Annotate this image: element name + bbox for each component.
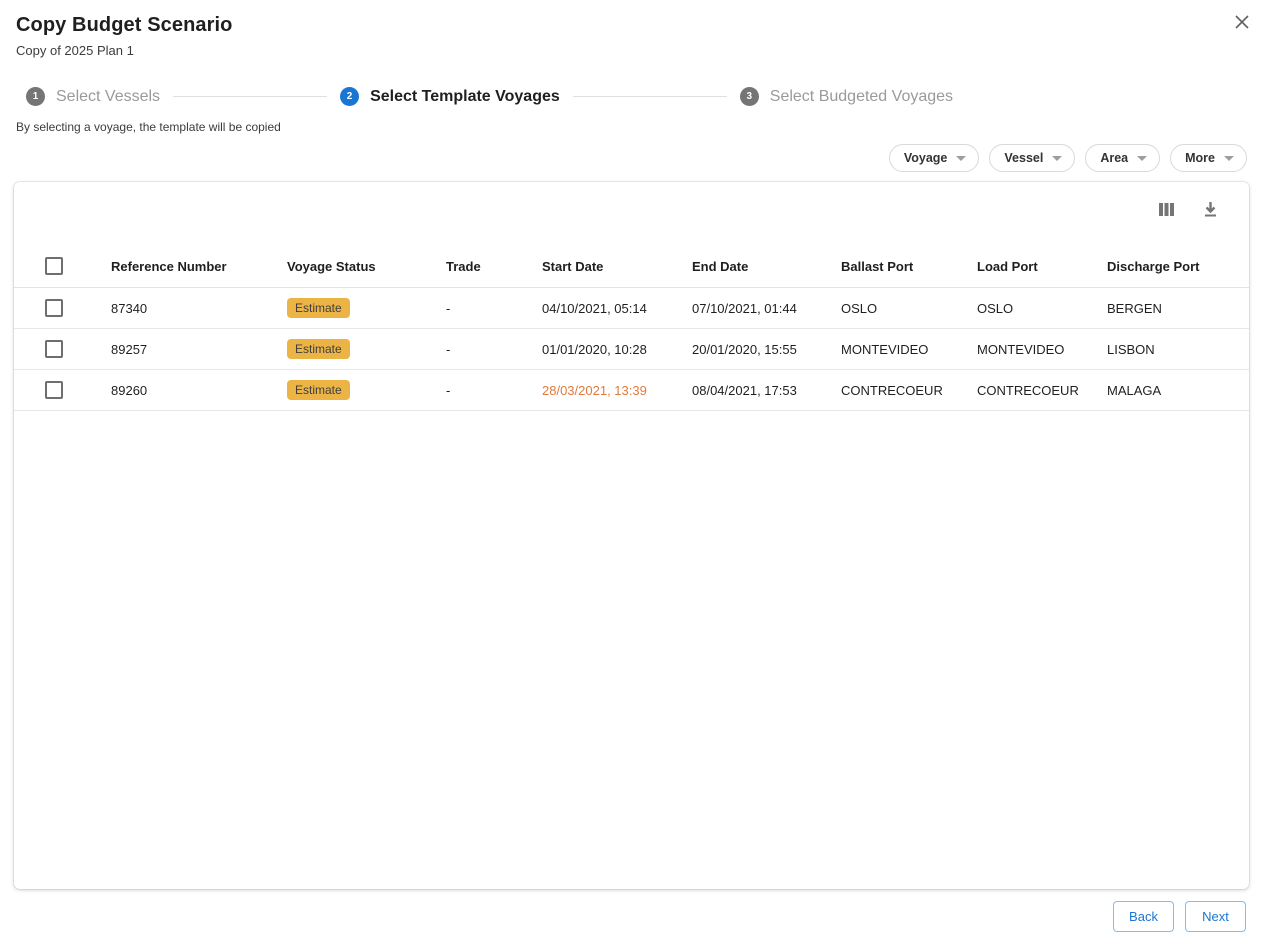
status-badge: Estimate xyxy=(287,298,350,318)
cell-trade: - xyxy=(446,383,542,398)
cell-voyage-status: Estimate xyxy=(287,380,446,400)
cell-ballast-port: OSLO xyxy=(841,301,977,316)
download-icon xyxy=(1201,200,1220,219)
step-3-label: Select Budgeted Voyages xyxy=(770,88,953,106)
status-badge: Estimate xyxy=(287,339,350,359)
cell-reference-number: 87340 xyxy=(111,301,287,316)
cell-end-date: 07/10/2021, 01:44 xyxy=(692,301,841,316)
download-button[interactable] xyxy=(1201,199,1221,219)
filter-vessel-label: Vessel xyxy=(1004,151,1043,165)
columns-icon xyxy=(1157,200,1176,219)
step-select-budgeted-voyages[interactable]: 3 Select Budgeted Voyages xyxy=(740,87,953,106)
cell-end-date: 08/04/2021, 17:53 xyxy=(692,383,841,398)
next-button[interactable]: Next xyxy=(1185,901,1246,932)
filter-row: Voyage Vessel Area More xyxy=(0,144,1263,172)
cell-start-date: 04/10/2021, 05:14 xyxy=(542,301,692,316)
row-checkbox[interactable] xyxy=(45,299,63,317)
cell-discharge-port: BERGEN xyxy=(1107,301,1249,316)
select-all-checkbox[interactable] xyxy=(45,257,63,275)
cell-trade: - xyxy=(446,342,542,357)
table-body: 87340 Estimate - 04/10/2021, 05:14 07/10… xyxy=(14,288,1249,411)
back-button[interactable]: Back xyxy=(1113,901,1174,932)
close-icon xyxy=(1232,12,1252,32)
columns-button[interactable] xyxy=(1157,199,1177,219)
col-start-date: Start Date xyxy=(542,259,692,274)
row-checkbox[interactable] xyxy=(45,340,63,358)
col-end-date: End Date xyxy=(692,259,841,274)
step-select-vessels[interactable]: 1 Select Vessels xyxy=(26,87,160,106)
step-3-circle: 3 xyxy=(740,87,759,106)
cell-load-port: MONTEVIDEO xyxy=(977,342,1107,357)
dialog-header: Copy Budget Scenario Copy of 2025 Plan 1 xyxy=(0,0,1263,58)
cell-load-port: CONTRECOEUR xyxy=(977,383,1107,398)
step-1-label: Select Vessels xyxy=(56,88,160,106)
col-discharge-port: Discharge Port xyxy=(1107,259,1249,274)
cell-reference-number: 89257 xyxy=(111,342,287,357)
filter-area[interactable]: Area xyxy=(1085,144,1160,172)
step-connector xyxy=(173,96,327,97)
table-header-row: Reference Number Voyage Status Trade Sta… xyxy=(14,245,1249,288)
col-ballast-port: Ballast Port xyxy=(841,259,977,274)
cell-ballast-port: MONTEVIDEO xyxy=(841,342,977,357)
dialog-footer: Back Next xyxy=(0,901,1263,932)
filter-voyage[interactable]: Voyage xyxy=(889,144,980,172)
cell-load-port: OSLO xyxy=(977,301,1107,316)
filter-voyage-label: Voyage xyxy=(904,151,948,165)
stepper: 1 Select Vessels 2 Select Template Voyag… xyxy=(0,87,1263,106)
col-reference-number: Reference Number xyxy=(111,259,287,274)
cell-voyage-status: Estimate xyxy=(287,298,446,318)
cell-discharge-port: LISBON xyxy=(1107,342,1249,357)
cell-reference-number: 89260 xyxy=(111,383,287,398)
table-row[interactable]: 89260 Estimate - 28/03/2021, 13:39 08/04… xyxy=(14,370,1249,411)
chevron-down-icon xyxy=(1137,156,1147,161)
voyages-table-card: Reference Number Voyage Status Trade Sta… xyxy=(14,182,1249,889)
chevron-down-icon xyxy=(956,156,966,161)
cell-voyage-status: Estimate xyxy=(287,339,446,359)
chevron-down-icon xyxy=(1224,156,1234,161)
filter-more[interactable]: More xyxy=(1170,144,1247,172)
cell-ballast-port: CONTRECOEUR xyxy=(841,383,977,398)
filter-area-label: Area xyxy=(1100,151,1128,165)
status-badge: Estimate xyxy=(287,380,350,400)
step-1-circle: 1 xyxy=(26,87,45,106)
table-row[interactable]: 87340 Estimate - 04/10/2021, 05:14 07/10… xyxy=(14,288,1249,329)
cell-discharge-port: MALAGA xyxy=(1107,383,1249,398)
table-row[interactable]: 89257 Estimate - 01/01/2020, 10:28 20/01… xyxy=(14,329,1249,370)
step-2-label: Select Template Voyages xyxy=(370,88,560,106)
cell-start-date: 28/03/2021, 13:39 xyxy=(542,383,692,398)
step-connector xyxy=(573,96,727,97)
col-load-port: Load Port xyxy=(977,259,1107,274)
col-voyage-status: Voyage Status xyxy=(287,259,446,274)
step-2-circle: 2 xyxy=(340,87,359,106)
cell-start-date: 01/01/2020, 10:28 xyxy=(542,342,692,357)
page-title: Copy Budget Scenario xyxy=(16,14,1247,37)
dialog-subtitle: Copy of 2025 Plan 1 xyxy=(16,43,1247,58)
col-trade: Trade xyxy=(446,259,542,274)
cell-end-date: 20/01/2020, 15:55 xyxy=(692,342,841,357)
table-toolbar xyxy=(14,182,1249,219)
cell-trade: - xyxy=(446,301,542,316)
row-checkbox[interactable] xyxy=(45,381,63,399)
filter-vessel[interactable]: Vessel xyxy=(989,144,1075,172)
step-select-template-voyages[interactable]: 2 Select Template Voyages xyxy=(340,87,560,106)
filter-more-label: More xyxy=(1185,151,1215,165)
close-button[interactable] xyxy=(1231,12,1253,34)
chevron-down-icon xyxy=(1052,156,1062,161)
helper-text: By selecting a voyage, the template will… xyxy=(0,120,1263,134)
